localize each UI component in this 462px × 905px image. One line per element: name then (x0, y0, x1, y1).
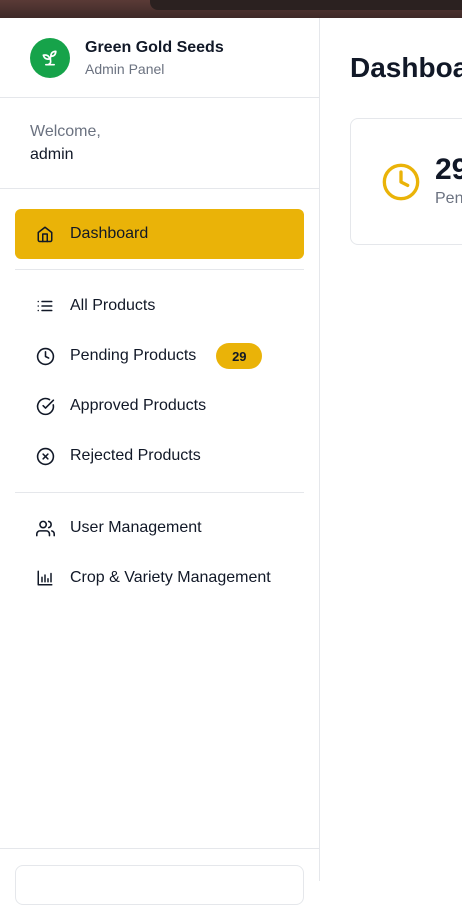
sidebar-item-dashboard[interactable]: Dashboard (15, 209, 304, 259)
sidebar-footer-card[interactable] (15, 865, 304, 905)
sidebar: Green Gold Seeds Admin Panel Welcome, ad… (0, 18, 320, 905)
bar-chart-icon (35, 568, 55, 588)
users-icon (35, 518, 55, 538)
sidebar-item-label: Crop & Variety Management (70, 569, 271, 586)
sidebar-nav: Dashboard All Products Pending Products … (0, 189, 319, 603)
brand-subtitle: Admin Panel (85, 60, 165, 77)
x-circle-icon (35, 446, 55, 466)
welcome-label: Welcome, (30, 123, 101, 140)
stat-label: Pending Products (435, 189, 462, 207)
list-icon (35, 296, 55, 316)
sidebar-footer (0, 848, 319, 905)
sprout-icon (30, 37, 70, 78)
clock-icon (381, 162, 421, 202)
browser-top-strip (0, 0, 462, 18)
sidebar-item-label: Rejected Products (70, 447, 201, 464)
sidebar-item-label: All Products (70, 297, 156, 314)
sidebar-item-crop-variety-management[interactable]: Crop & Variety Management (15, 553, 304, 603)
browser-tab-edge (150, 0, 462, 10)
home-icon (35, 224, 55, 244)
brand-title: Green Gold Seeds (85, 38, 224, 56)
check-circle-icon (35, 396, 55, 416)
sidebar-item-user-management[interactable]: User Management (15, 503, 304, 553)
clock-icon (35, 346, 55, 366)
welcome-block: Welcome, admin (0, 98, 319, 189)
main-content: Dashboard 29 Pending Products (320, 18, 462, 881)
welcome-username: admin (30, 146, 74, 163)
brand-text: Green Gold Seeds Admin Panel (85, 38, 224, 78)
stat-text: 29 Pending Products (435, 152, 462, 210)
sidebar-item-label: Dashboard (70, 225, 149, 242)
stat-value: 29 (435, 152, 462, 186)
sidebar-item-approved-products[interactable]: Approved Products (15, 381, 304, 431)
sidebar-item-pending-products[interactable]: Pending Products 29 (15, 331, 304, 381)
brand-header: Green Gold Seeds Admin Panel (0, 18, 319, 98)
page-title: Dashboard (350, 52, 462, 83)
pending-products-stat-card[interactable]: 29 Pending Products (350, 118, 462, 245)
pending-count-badge: 29 (216, 343, 263, 369)
sidebar-item-label: Pending Products (70, 347, 197, 364)
sidebar-item-all-products[interactable]: All Products (15, 281, 304, 331)
sidebar-item-label: User Management (70, 519, 202, 536)
nav-divider (15, 269, 304, 270)
sidebar-item-label: Approved Products (70, 397, 207, 414)
nav-divider (15, 492, 304, 493)
sidebar-item-rejected-products[interactable]: Rejected Products (15, 431, 304, 481)
